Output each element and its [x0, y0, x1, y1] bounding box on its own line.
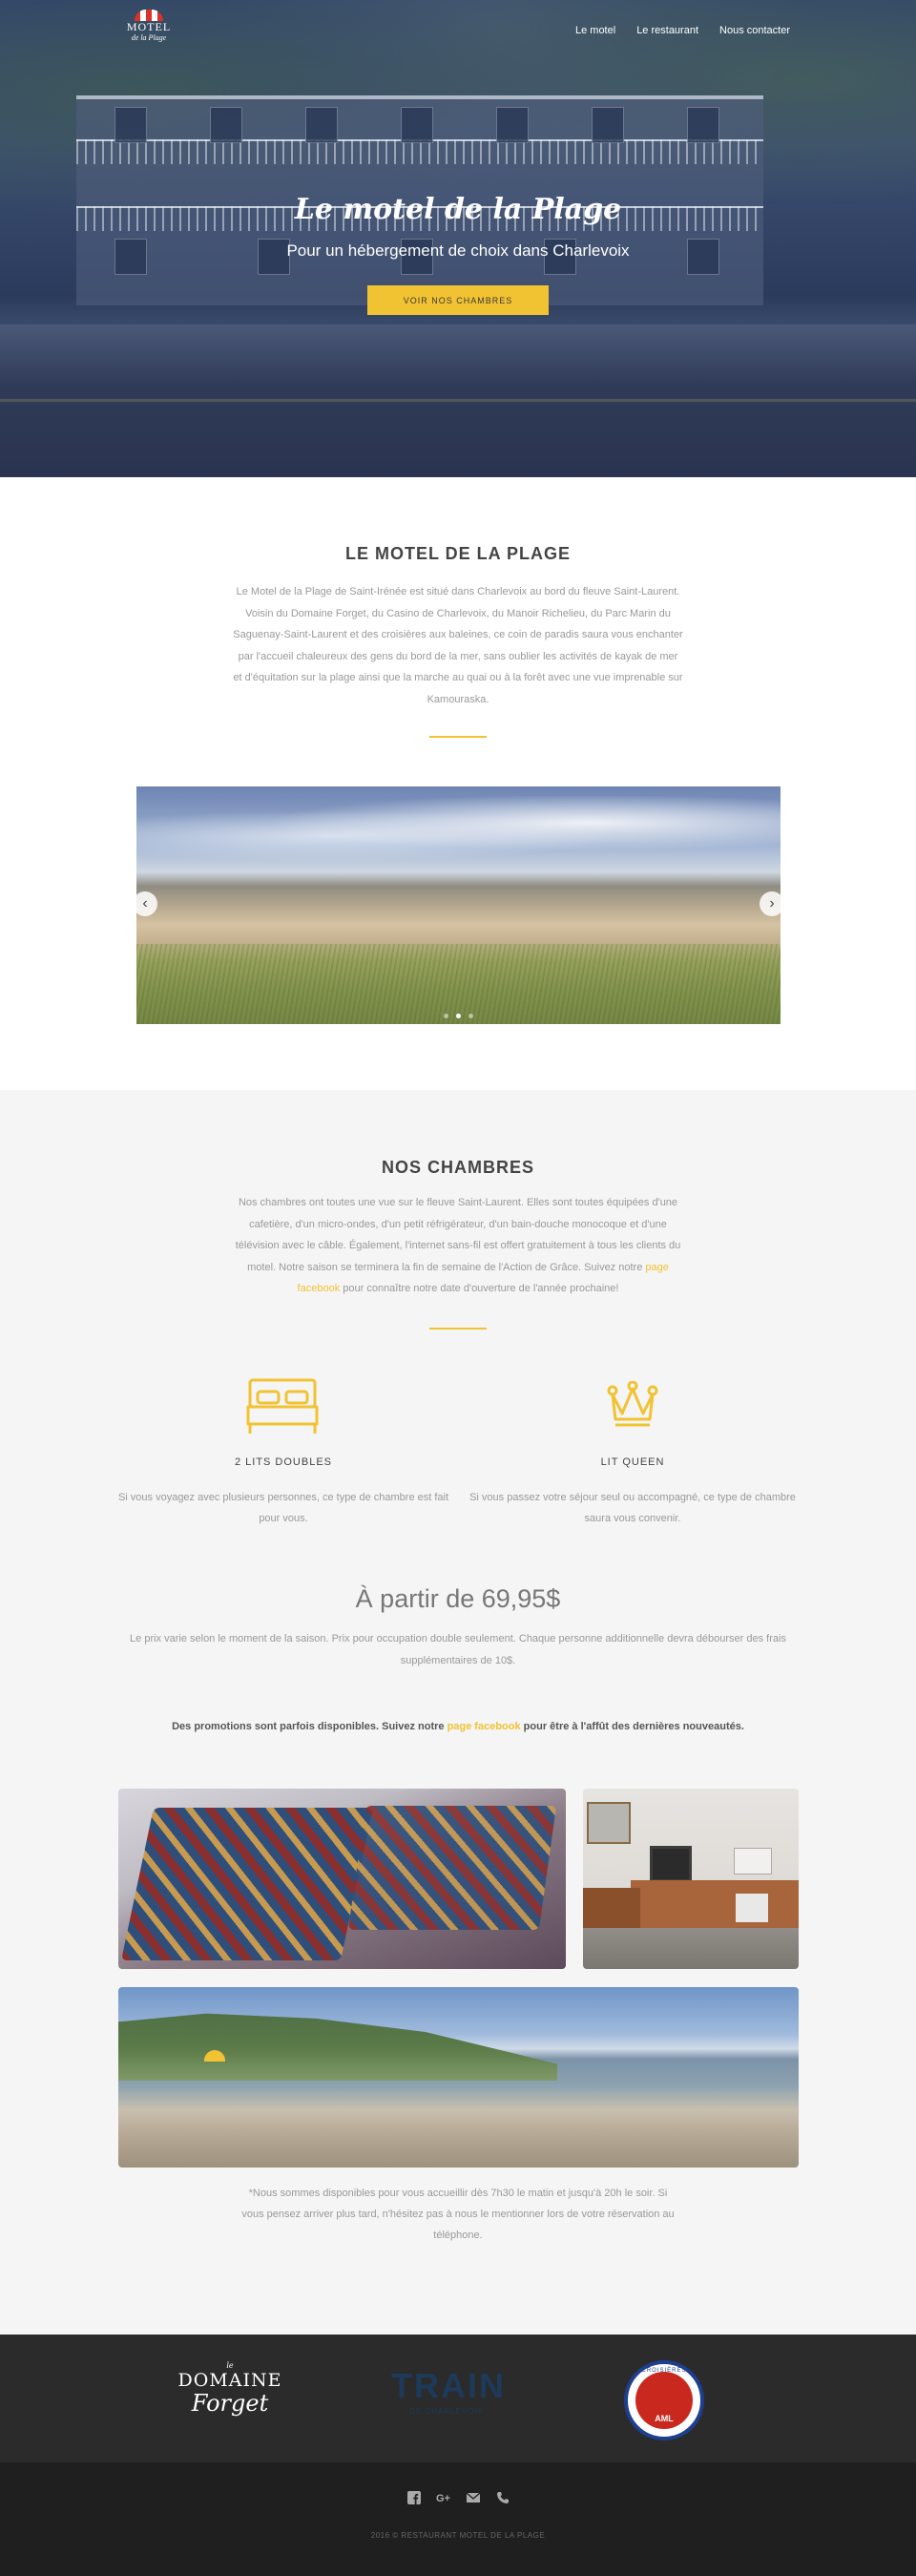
bed-icon — [246, 1378, 319, 1434]
promo-text-part: Des promotions sont parfois disponibles.… — [172, 1721, 448, 1732]
croisieres-aml-logo[interactable]: CROISIÈRES AML — [624, 2360, 704, 2440]
aml-label: AML — [655, 2414, 674, 2423]
road-line — [0, 399, 916, 402]
about-heading: LE MOTEL DE LA PLAGE — [344, 544, 571, 563]
rooms-divider — [429, 1328, 487, 1330]
phone-icon[interactable] — [495, 2491, 510, 2506]
arrival-note: *Nous sommes disponibles pour vous accue… — [241, 2188, 675, 2241]
train-logo-line2: DE CHARLEVOIX — [409, 2407, 484, 2416]
google-plus-icon[interactable]: G+ — [436, 2491, 451, 2506]
feature-title-double-beds: 2 LITS DOUBLES — [234, 1456, 333, 1468]
rooms-text-part: Nos chambres ont toutes une vue sur le f… — [235, 1197, 681, 1273]
train-charlevoix-logo[interactable]: TRAIN DE CHARLEVOIX — [391, 2365, 506, 2430]
window — [114, 107, 147, 143]
price-heading: À partir de 69,95$ — [355, 1584, 561, 1613]
room-desk-photo[interactable] — [583, 1789, 799, 1969]
facebook-icon[interactable] — [406, 2491, 422, 2506]
mirror — [587, 1802, 631, 1844]
domaine-forget-logo[interactable]: le DOMAINE Forget — [175, 2361, 285, 2434]
slide-clouds — [136, 796, 781, 863]
nav-link-restaurant[interactable]: Le restaurant — [636, 25, 698, 36]
feature-text-queen-bed: Si vous passez votre séjour seul ou acco… — [469, 1492, 796, 1524]
desk — [583, 1888, 640, 1928]
about-text: Le Motel de la Plage de Saint-Irénée est… — [233, 586, 683, 705]
beach-panorama-photo[interactable] — [118, 1987, 799, 2168]
feature-text-double-beds: Si vous voyagez avec plusieurs personnes… — [117, 1492, 449, 1524]
roof-line — [76, 95, 763, 99]
motel-logo[interactable]: MOTEL de la Plage — [118, 10, 179, 50]
train-logo-line1: TRAIN — [391, 2366, 506, 2405]
nav-link-motel[interactable]: Le motel — [575, 25, 615, 36]
television — [650, 1846, 692, 1882]
slider-prev-arrow-icon[interactable]: ‹ — [136, 891, 157, 916]
crown-icon — [607, 1381, 658, 1427]
window — [401, 107, 433, 143]
window — [592, 107, 624, 143]
microwave — [734, 1848, 772, 1874]
window — [687, 107, 719, 143]
top-navbar: MOTEL de la Plage Le motel Le restaurant… — [0, 0, 916, 61]
room-beds-photo[interactable] — [118, 1789, 566, 1969]
promo-text-part: pour être à l'affût des dernières nouvea… — [520, 1721, 744, 1732]
mail-icon[interactable] — [466, 2491, 481, 2506]
hero-title: Le motel de la Plage — [294, 193, 622, 226]
logo-text-subtitle: de la Plage — [131, 33, 167, 42]
rooms-heading: NOS CHAMBRES — [381, 1158, 534, 1177]
slider-dot-active[interactable] — [456, 1014, 461, 1018]
view-rooms-button[interactable]: VOIR NOS CHAMBRES — [367, 285, 549, 315]
window — [305, 107, 338, 143]
slider-dot[interactable] — [443, 1014, 448, 1018]
motel-building-photo — [76, 76, 773, 305]
bottom-footer: G+ 2016 © RESTAURANT MOTEL DE LA PLAGE — [0, 2462, 916, 2576]
domaine-forget-line2: Forget — [191, 2390, 269, 2417]
hero-subtitle: Pour un hébergement de choix dans Charle… — [286, 241, 630, 260]
slider-dot[interactable] — [468, 1014, 474, 1018]
promo-facebook-link[interactable]: page facebook — [448, 1721, 521, 1732]
nav-link-contact[interactable]: Nous contacter — [719, 25, 790, 36]
window — [210, 107, 242, 143]
about-divider — [429, 736, 487, 738]
logo-text-motel: MOTEL — [126, 20, 172, 33]
rooms-text-part: pour connaître notre date d'ouverture de… — [340, 1283, 619, 1294]
price-note: Le prix varie selon le moment de la sais… — [130, 1633, 786, 1666]
main-menu: Le motel Le restaurant Nous contacter — [575, 25, 790, 36]
desk-cabinet — [631, 1880, 799, 1928]
rooms-text: Nos chambres ont toutes une vue sur le f… — [235, 1192, 681, 1300]
hillside — [118, 2013, 557, 2081]
feature-title-queen-bed: LIT QUEEN — [600, 1456, 665, 1468]
promo-text: Des promotions sont parfois disponibles.… — [0, 1721, 916, 1732]
copyright-text: 2016 © RESTAURANT MOTEL DE LA PLAGE — [370, 2531, 546, 2540]
partners-bar: le DOMAINE Forget TRAIN DE CHARLEVOIX CR… — [0, 2335, 916, 2462]
bed-blanket — [347, 1806, 557, 1930]
window — [496, 107, 529, 143]
social-links: G+ — [0, 2491, 916, 2506]
hero-section: MOTEL de la Plage Le motel Le restaurant… — [0, 0, 916, 477]
slider-next-arrow-icon[interactable]: › — [760, 891, 781, 916]
bed-blanket — [120, 1808, 374, 1960]
fridge — [736, 1894, 768, 1922]
domaine-forget-small: le — [226, 2361, 234, 2370]
slider-dots — [136, 1006, 781, 1023]
domaine-forget-line1: DOMAINE — [177, 2370, 282, 2391]
beach-slider[interactable]: ‹ › — [136, 786, 781, 1024]
